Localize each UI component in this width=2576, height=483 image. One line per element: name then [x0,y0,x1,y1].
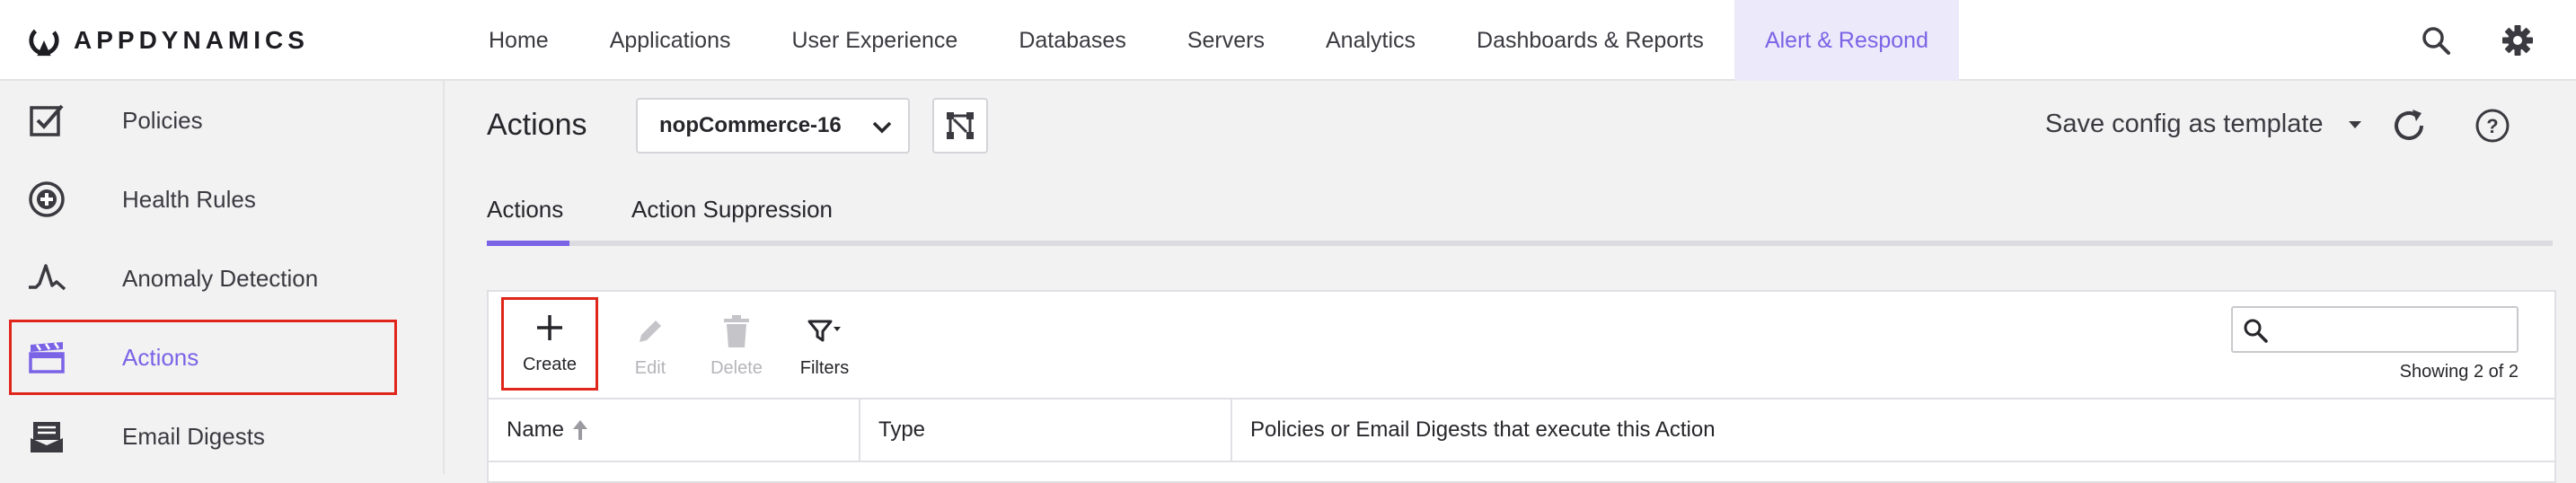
page-title: Actions [487,108,587,142]
application-select[interactable]: nopCommerce-16 [636,98,910,154]
filters-button[interactable]: Filters [792,292,857,398]
column-header-name[interactable]: Name [489,400,860,461]
delete-label: Delete [710,358,763,378]
search-field[interactable] [2231,306,2519,353]
table-header: Name Type Policies or Email Digests that… [489,398,2554,462]
search-input[interactable] [2274,308,2515,351]
column-header-label: Type [878,417,926,442]
sidebar-item-label: Health Rules [122,185,256,213]
main-content: Actions nopCommerce-16 Save config as te… [446,81,2576,483]
edit-button[interactable]: Edit [618,292,683,398]
search-icon[interactable] [2413,18,2458,63]
sort-ascending-icon [573,420,588,440]
chevron-down-icon [872,121,892,134]
clapperboard-icon [27,338,66,377]
email-digest-icon [27,417,66,456]
filters-label: Filters [799,358,850,378]
nav-applications[interactable]: Applications [579,0,762,81]
flow-map-icon [947,112,974,139]
anomaly-icon [27,259,66,298]
checkbox-icon [27,101,66,140]
trash-icon [717,312,756,351]
create-label: Create [522,355,578,374]
create-button[interactable]: Create [501,297,598,391]
sidebar-item-health-rules[interactable]: Health Rules [9,162,397,237]
actions-toolbar: Create Edit Delete Filters Showing 2 of … [489,292,2554,398]
sidebar-item-email-digests[interactable]: Email Digests [9,399,397,474]
plus-circle-icon [27,180,66,219]
refresh-icon[interactable] [2386,103,2431,148]
showing-count: Showing 2 of 2 [2399,362,2519,382]
appdynamics-logo-icon [29,25,59,57]
nav-user-experience[interactable]: User Experience [762,0,989,81]
top-navigation-bar: APPDYNAMICS Home Applications User Exper… [0,0,2576,81]
gear-icon[interactable] [2495,18,2540,63]
tab-action-suppression[interactable]: Action Suppression [631,196,833,241]
column-header-type[interactable]: Type [860,400,1232,461]
nav-dashboards-reports[interactable]: Dashboards & Reports [1446,0,1734,81]
caret-down-icon [2348,120,2361,128]
nav-servers[interactable]: Servers [1157,0,1295,81]
help-icon[interactable]: ? [2474,107,2511,145]
edit-label: Edit [634,358,666,378]
brand-name: APPDYNAMICS [74,26,309,54]
plus-icon [530,308,569,347]
column-header-label: Policies or Email Digests that execute t… [1250,417,1716,442]
sidebar-item-label: Actions [122,343,199,371]
nav-databases[interactable]: Databases [988,0,1157,81]
flow-map-button[interactable] [932,98,988,154]
nav-analytics[interactable]: Analytics [1295,0,1446,81]
tab-actions[interactable]: Actions [487,196,569,246]
appdynamics-logo[interactable]: APPDYNAMICS [27,20,309,61]
sidebar-item-label: Policies [122,106,203,134]
save-config-template-dropdown[interactable]: Save config as template [2045,110,2361,139]
main-nav: Home Applications User Experience Databa… [458,0,1959,81]
search-icon [2244,319,2268,343]
pencil-icon [631,312,670,351]
nav-home[interactable]: Home [458,0,579,81]
sidebar-item-label: Anomaly Detection [122,264,319,292]
application-select-value: nopCommerce-16 [659,113,842,137]
column-header-label: Name [507,417,565,442]
tab-bar: Actions Action Suppression [487,196,2553,246]
sidebar: Policies Health Rules Anomaly Detection … [0,81,445,474]
sidebar-item-label: Email Digests [122,422,265,450]
sidebar-item-actions[interactable]: Actions [9,320,397,395]
delete-button[interactable]: Delete [701,292,772,398]
svg-text:?: ? [2486,115,2498,137]
column-header-policies[interactable]: Policies or Email Digests that execute t… [1232,400,2554,461]
save-config-template-label: Save config as template [2045,110,2324,138]
sidebar-item-anomaly-detection[interactable]: Anomaly Detection [9,241,397,316]
filter-icon [805,312,844,351]
actions-panel: Create Edit Delete Filters Showing 2 of … [487,290,2556,483]
nav-alert-respond[interactable]: Alert & Respond [1734,0,1959,81]
sidebar-item-policies[interactable]: Policies [9,83,397,158]
